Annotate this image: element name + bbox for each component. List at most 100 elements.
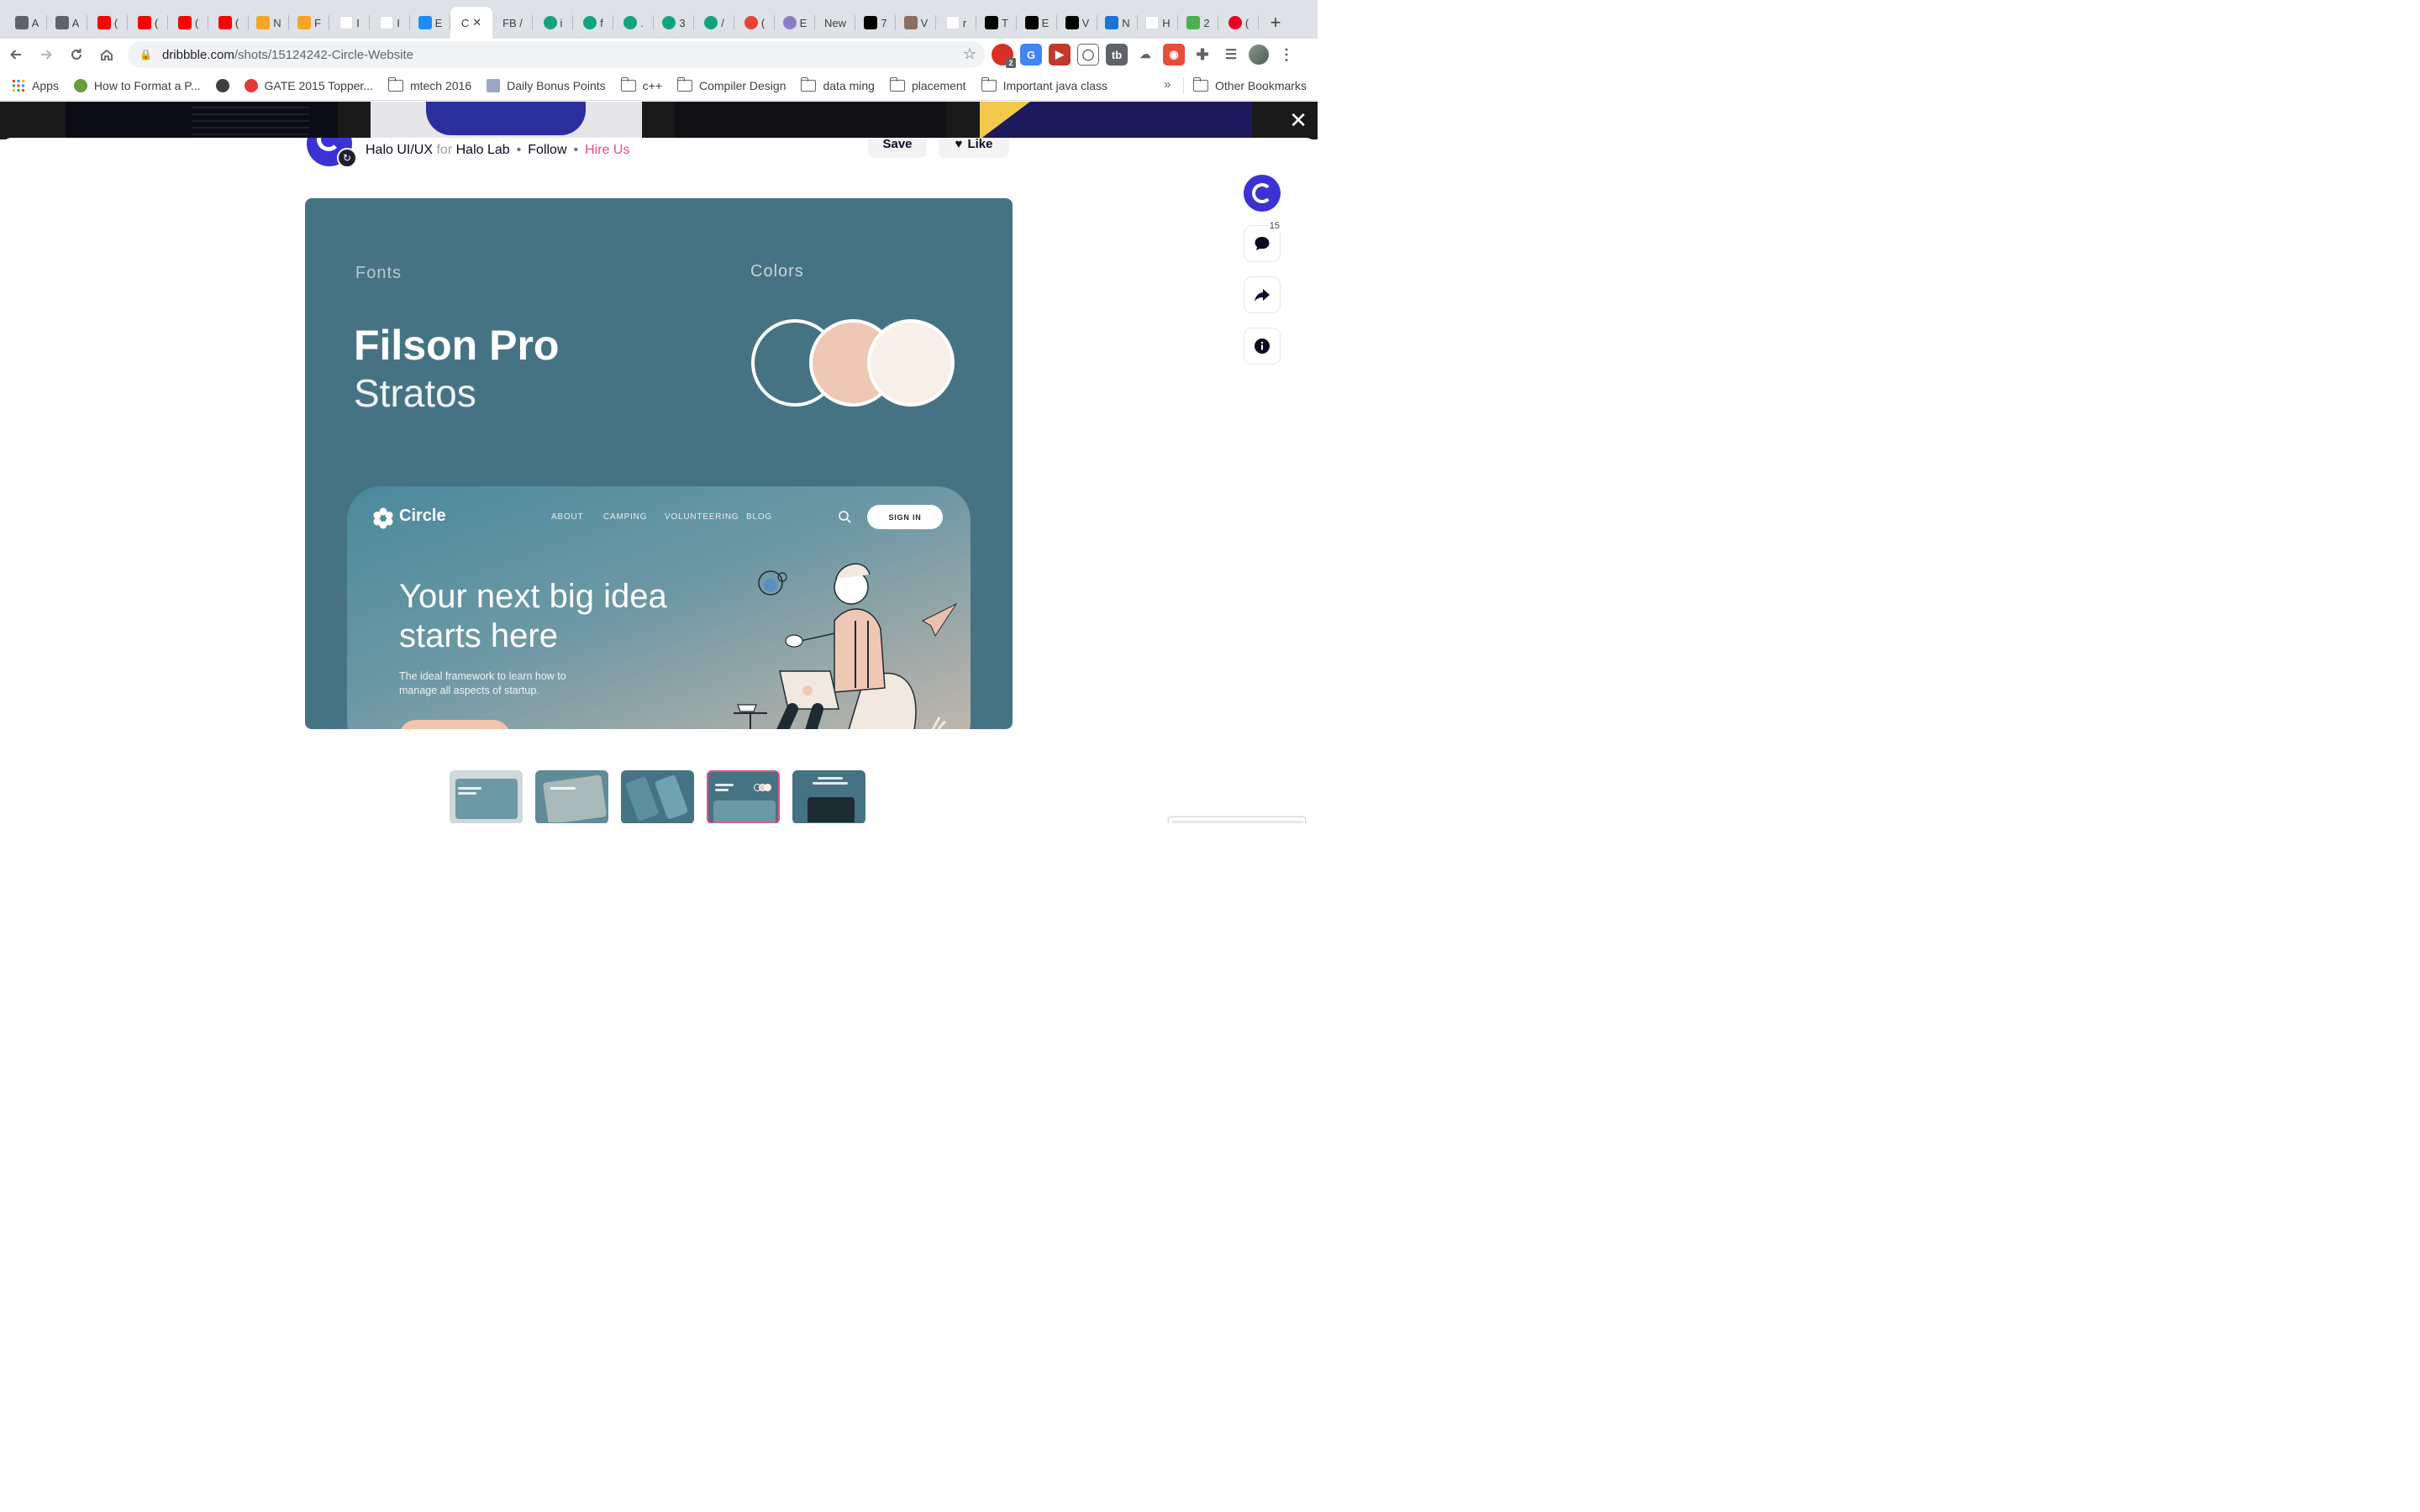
extensions-puzzle-icon[interactable]: ✚ (1192, 44, 1213, 66)
extension-eye-icon[interactable]: ◉ (1163, 44, 1185, 66)
thumbnail[interactable] (621, 770, 694, 823)
team-name[interactable]: Halo Lab (456, 143, 510, 157)
bookmark-apps[interactable]: Apps (12, 79, 59, 92)
browser-tab[interactable]: . (613, 7, 654, 39)
browser-tab[interactable]: A (7, 7, 47, 39)
browser-tab[interactable]: i (533, 7, 573, 39)
address-bar[interactable]: 🔒 dribbble.com/shots/15124242-Circle-Web… (128, 41, 985, 68)
youtube-icon (137, 16, 151, 29)
browser-tab[interactable]: 2 (1178, 7, 1218, 39)
close-icon[interactable]: ✕ (1289, 109, 1307, 131)
thumbnail[interactable] (535, 770, 608, 823)
medium-icon (1065, 16, 1079, 29)
browser-tab[interactable]: ( (168, 7, 208, 39)
tab-title: ( (234, 16, 239, 29)
bookmark-item[interactable]: How to Format a P... (73, 78, 201, 92)
extension-chat-icon[interactable]: ☁ (1134, 44, 1156, 66)
browser-tab[interactable]: V (896, 7, 936, 39)
medium-icon (985, 16, 999, 29)
browser-tab[interactable]: H (1138, 7, 1178, 39)
browser-tab[interactable]: ( (1218, 7, 1259, 39)
thumbnail[interactable] (792, 770, 865, 823)
browser-tab[interactable]: I (329, 7, 370, 39)
bookmark-item[interactable]: placement (889, 76, 966, 92)
bookmark-item[interactable] (215, 78, 229, 92)
tab-title: E (799, 16, 808, 29)
follow-link[interactable]: Follow (528, 143, 566, 157)
bookmark-item[interactable]: data ming (801, 76, 875, 92)
gate-icon (244, 78, 258, 92)
browser-tab[interactable]: ( (734, 7, 775, 39)
extension-tb-icon[interactable]: tb (1106, 44, 1128, 66)
browser-tab[interactable]: E (410, 7, 450, 39)
browser-tab[interactable]: N (1097, 7, 1138, 39)
browser-tab[interactable]: E (1017, 7, 1057, 39)
browser-tab[interactable]: 3 (654, 7, 694, 39)
info-icon (1255, 339, 1270, 354)
extension-red-icon[interactable]: 2 (992, 44, 1016, 68)
tab-title: r (962, 16, 967, 29)
author-name[interactable]: Halo UI/UX (366, 143, 433, 157)
browser-tab[interactable]: ( (208, 7, 249, 39)
like-button[interactable]: ♥ Like (939, 138, 1009, 158)
site-nav-about: ABOUT (551, 512, 584, 522)
browser-tab[interactable]: V (1057, 7, 1097, 39)
separator-dot: • (516, 143, 522, 157)
comments-button[interactable]: 15 (1244, 221, 1281, 262)
person-with-laptop-illustration (734, 563, 958, 729)
thumbnail-active[interactable] (707, 770, 780, 823)
browser-tab-active[interactable]: C ✕ (450, 7, 492, 39)
back-button[interactable] (2, 40, 30, 69)
save-button[interactable]: Save (868, 138, 927, 158)
google-translate-icon[interactable]: G (1020, 44, 1042, 66)
site-logo-text: Circle (399, 507, 446, 525)
browser-tab[interactable]: / (694, 7, 734, 39)
bookmark-item[interactable]: Compiler Design (677, 76, 786, 92)
browser-tab[interactable]: T (976, 7, 1017, 39)
browser-menu-icon[interactable]: ⋮ (1276, 44, 1297, 66)
picture-in-picture-preview[interactable] (1168, 816, 1306, 823)
browser-tab[interactable]: E (775, 7, 815, 39)
profile-avatar[interactable] (1249, 45, 1269, 65)
close-tab-icon[interactable]: ✕ (472, 16, 481, 29)
browser-tab[interactable]: A (47, 7, 87, 39)
bookmark-item[interactable]: Important java class (981, 76, 1107, 92)
bookmark-item[interactable]: Daily Bonus Points (487, 78, 606, 92)
thumbnail[interactable] (450, 770, 523, 823)
media-queue-icon[interactable]: ☰ (1220, 44, 1242, 66)
browser-tab[interactable]: N (249, 7, 289, 39)
browser-tab[interactable]: FB / (492, 7, 533, 39)
reload-button[interactable] (62, 40, 91, 69)
shot-image[interactable]: Fonts Colors Filson Pro Stratos Circle A… (305, 198, 1013, 729)
bookmarks-overflow-button[interactable]: » (1164, 77, 1171, 92)
new-tab-button[interactable]: + (1259, 7, 1292, 39)
font-primary-name: Filson Pro (354, 322, 560, 369)
browser-tab-strip: A A ((((N F I I E C ✕ FB / i f. 3 / (E New 7 Vr T E V N H 2 (+ (0, 0, 1318, 39)
bookmark-item[interactable]: GATE 2015 Topper... (244, 78, 373, 92)
extension-play-icon[interactable]: ▶ (1049, 44, 1071, 66)
browser-tab[interactable]: F (289, 7, 329, 39)
team-badge-icon: ↻ (337, 148, 357, 168)
tab-title: / (721, 16, 724, 29)
bookmark-item[interactable]: mtech 2016 (387, 76, 471, 92)
site-cta-button (399, 720, 510, 729)
browser-tab[interactable]: ( (128, 7, 168, 39)
home-button[interactable] (92, 40, 121, 69)
browser-tab[interactable]: New (815, 7, 855, 39)
bookmark-label: How to Format a P... (93, 78, 201, 92)
browser-tab[interactable]: f (573, 7, 613, 39)
forward-button[interactable] (32, 40, 60, 69)
bookmark-item[interactable]: c++ (620, 76, 662, 92)
info-button[interactable] (1244, 328, 1281, 365)
share-button[interactable] (1244, 276, 1281, 313)
colorful-icon (744, 16, 758, 29)
hire-us-link[interactable]: Hire Us (585, 143, 629, 157)
browser-tab[interactable]: I (370, 7, 410, 39)
other-bookmarks[interactable]: Other Bookmarks (1193, 71, 1307, 101)
extension-tag-icon[interactable]: ◯ (1077, 44, 1099, 66)
browser-tab[interactable]: 7 (855, 7, 896, 39)
browser-tab[interactable]: ( (87, 7, 128, 39)
bookmark-star-icon[interactable]: ☆ (963, 45, 976, 63)
browser-tab[interactable]: r (936, 7, 976, 39)
designer-avatar[interactable] (1244, 175, 1281, 212)
